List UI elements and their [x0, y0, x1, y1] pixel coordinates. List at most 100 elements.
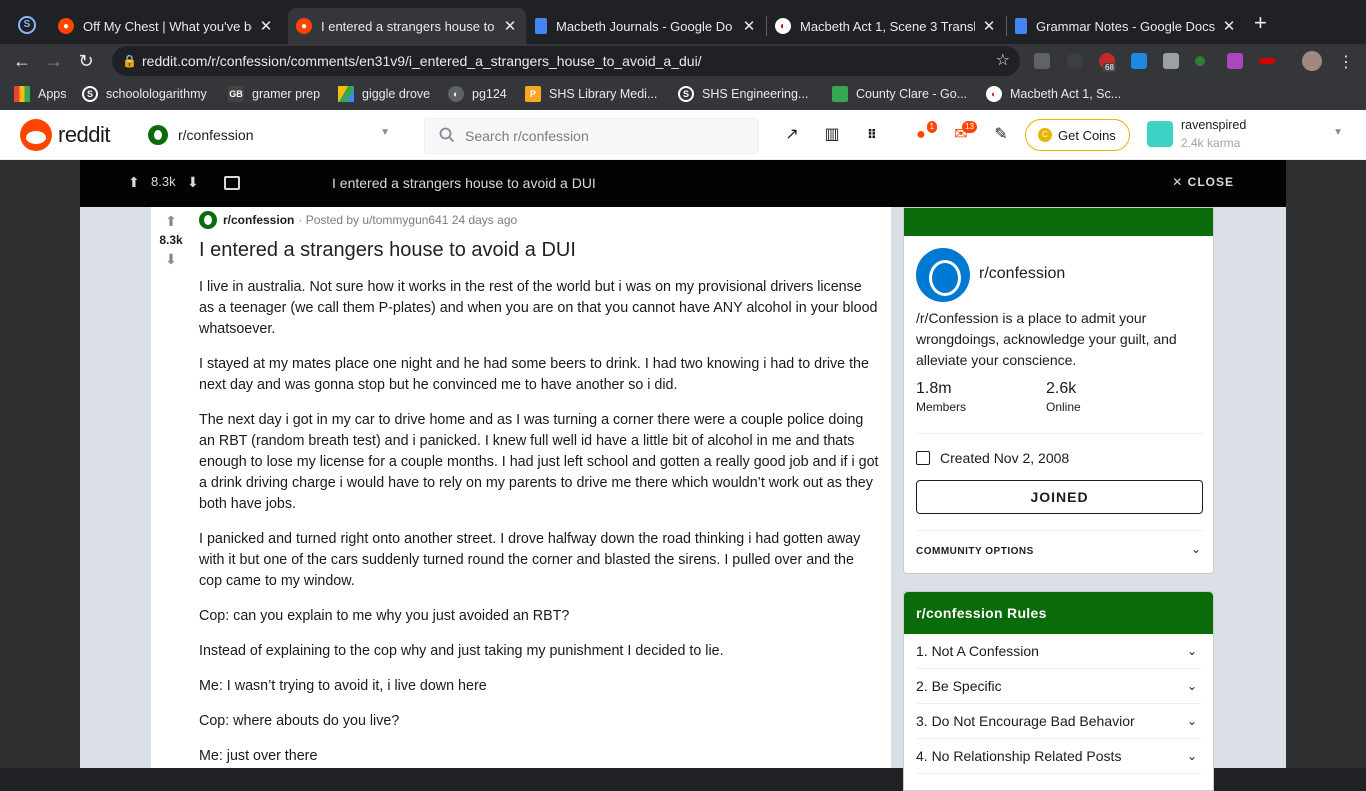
crx-extension-icon[interactable] — [1034, 53, 1050, 69]
score: 8.3k — [151, 174, 176, 189]
close-icon: ✕ — [1172, 175, 1188, 189]
color-extension-icon[interactable] — [1227, 53, 1243, 69]
community-name[interactable]: r/confession — [979, 265, 1065, 283]
rules-card: r/confession Rules 1. Not A Confession ⌄ … — [903, 591, 1214, 791]
owl-extension-icon[interactable] — [1067, 53, 1083, 69]
search-icon — [439, 127, 455, 143]
library-icon: P — [525, 86, 541, 102]
reddit-logo[interactable]: reddit — [20, 119, 111, 151]
cake-icon — [916, 451, 930, 465]
rule-item[interactable]: 3. Do Not Encourage Bad Behavior ⌄ — [916, 704, 1201, 739]
post-paragraph: Instead of explaining to the cop why and… — [199, 643, 724, 659]
bookmark-item[interactable]: GB gramer prep — [228, 86, 320, 102]
members-stat: 1.8m Members — [916, 380, 967, 414]
community-icon — [199, 211, 217, 229]
close-button[interactable]: ✕ CLOSE — [1172, 175, 1234, 189]
close-tab-icon[interactable]: ✕ — [981, 17, 997, 35]
google-drive-icon — [338, 86, 354, 102]
stats-icon[interactable]: ▥ — [822, 125, 842, 145]
browser-tab[interactable]: Macbeth Journals - Google Do ✕ — [527, 8, 765, 44]
google-docs-icon — [535, 18, 547, 34]
community-description: /r/Confession is a place to admit your w… — [916, 310, 1177, 368]
abp-extension-icon[interactable]: 68 — [1099, 53, 1116, 72]
leaf-extension-icon[interactable] — [1195, 56, 1205, 66]
chevron-down-icon[interactable]: ⌄ — [1191, 542, 1201, 556]
bookmark-item[interactable]: S SHS Engineering... — [678, 86, 808, 102]
community-icon — [148, 125, 168, 145]
created-date: Created Nov 2, 2008 — [916, 450, 1069, 466]
back-icon[interactable]: ← — [11, 50, 33, 72]
user-avatar-icon[interactable] — [1302, 51, 1322, 71]
tools-extension-icon[interactable] — [1131, 53, 1147, 69]
coin-icon: C — [1038, 128, 1052, 142]
bookmark-item[interactable]: ◐ pg124 — [448, 86, 507, 102]
browser-tab[interactable]: ◐ Macbeth Act 1, Scene 3 Transl ✕ — [767, 8, 1005, 44]
avatar — [1147, 121, 1173, 147]
site-favicon-icon: ◐ — [775, 18, 791, 34]
community-options-toggle[interactable]: COMMUNITY OPTIONS — [916, 546, 1034, 557]
coins-leaderboard-icon[interactable]: ⠿ — [862, 125, 882, 145]
reddit-favicon-icon: ● — [58, 18, 74, 34]
bookmark-item[interactable]: ◐ Macbeth Act 1, Sc... — [986, 86, 1121, 102]
downvote-icon[interactable]: ⬇ — [151, 249, 191, 269]
close-tab-icon[interactable]: ✕ — [1221, 17, 1237, 35]
post-card: ⬆ 8.3k ⬇ r/confession · Posted by u/tomm… — [151, 207, 891, 768]
bookmark-item[interactable]: County Clare - Go... — [832, 86, 967, 102]
mail-icon[interactable]: ✉ 13 — [951, 121, 977, 145]
rule-item[interactable]: 2. Be Specific ⌄ — [916, 669, 1201, 704]
schoology-icon: S — [678, 86, 694, 102]
reddit-header: reddit r/confession ▼ Search r/confessio… — [0, 110, 1366, 160]
post-paragraph: I stayed at my mates place one night and… — [199, 356, 869, 393]
browser-tab[interactable]: Grammar Notes - Google Docs ✕ — [1007, 8, 1245, 44]
post-paragraph: Me: I wasn’t trying to avoid it, i live … — [199, 678, 487, 694]
reddit-snoo-icon — [20, 119, 52, 151]
joined-button[interactable]: JOINED — [916, 480, 1203, 514]
bookmark-star-icon[interactable]: ☆ — [996, 46, 1010, 76]
upvote-icon[interactable]: ⬆ — [151, 211, 191, 231]
profile-icon[interactable]: S — [18, 16, 36, 34]
divider — [916, 433, 1203, 434]
browser-tab-active[interactable]: ● I entered a strangers house to ✕ — [288, 8, 526, 44]
post-paragraph: I live in australia. Not sure how it wor… — [199, 279, 878, 337]
chevron-down-icon: ▼ — [380, 127, 390, 138]
check-extension-icon[interactable] — [1259, 58, 1275, 64]
menu-icon[interactable]: ⋮ — [1338, 52, 1354, 72]
popular-trending-icon[interactable]: ↗ — [782, 125, 802, 145]
bookmark-item[interactable]: giggle drove — [338, 86, 430, 102]
bookmark-item[interactable]: P SHS Library Medi... — [525, 86, 657, 102]
close-tab-icon[interactable]: ✕ — [741, 17, 757, 35]
browser-tab-bar: S ● Off My Chest | What you've be ✕ ● I … — [0, 0, 1366, 44]
reddit-favicon-icon: ● — [296, 18, 312, 34]
upvote-icon[interactable]: ⬆ — [128, 174, 140, 191]
post-paragraph: I panicked and turned right onto another… — [199, 531, 861, 589]
maps-icon — [832, 86, 848, 102]
close-tab-icon[interactable]: ✕ — [502, 17, 518, 35]
new-tab-icon[interactable]: + — [1254, 12, 1267, 34]
subreddit-link[interactable]: r/confession — [223, 213, 294, 227]
get-coins-button[interactable]: C Get Coins — [1025, 119, 1130, 151]
overlay-post-title: I entered a strangers house to avoid a D… — [332, 175, 596, 191]
bookmark-apps[interactable]: Apps — [14, 86, 67, 102]
forward-icon[interactable]: → — [43, 50, 65, 72]
browser-toolbar: ← → ↻ 🔒 reddit.com/r/confession/comments… — [0, 44, 1366, 78]
search-input[interactable]: Search r/confession — [424, 118, 759, 154]
bookmark-item[interactable]: S schoolologarithmy — [82, 86, 207, 102]
schoology-icon: S — [82, 86, 98, 102]
chat-icon[interactable]: ● 1 — [911, 121, 937, 145]
post-title: I entered a strangers house to avoid a D… — [199, 239, 576, 261]
reload-icon[interactable]: ↻ — [75, 50, 97, 72]
briefcase-extension-icon[interactable] — [1163, 53, 1179, 69]
user-menu[interactable]: ravenspired 2.4k karma ▼ — [1147, 117, 1357, 153]
close-tab-icon[interactable]: ✕ — [258, 17, 274, 35]
rule-item[interactable]: 4. No Relationship Related Posts ⌄ — [916, 739, 1201, 774]
community-selector[interactable]: r/confession ▼ — [148, 123, 398, 147]
google-docs-icon — [1015, 18, 1027, 34]
address-bar[interactable]: 🔒 reddit.com/r/confession/comments/en31v… — [112, 46, 1020, 76]
downvote-icon[interactable]: ⬇ — [187, 174, 199, 191]
browser-tab[interactable]: ● Off My Chest | What you've be ✕ — [50, 8, 282, 44]
rule-item[interactable]: 1. Not A Confession ⌄ — [916, 634, 1201, 669]
create-post-icon[interactable]: ✎ — [991, 125, 1011, 145]
about-community-card: r/confession /r/Confession is a place to… — [903, 207, 1214, 574]
chat-badge: 1 — [926, 121, 937, 133]
rules-title: r/confession Rules — [904, 592, 1213, 634]
